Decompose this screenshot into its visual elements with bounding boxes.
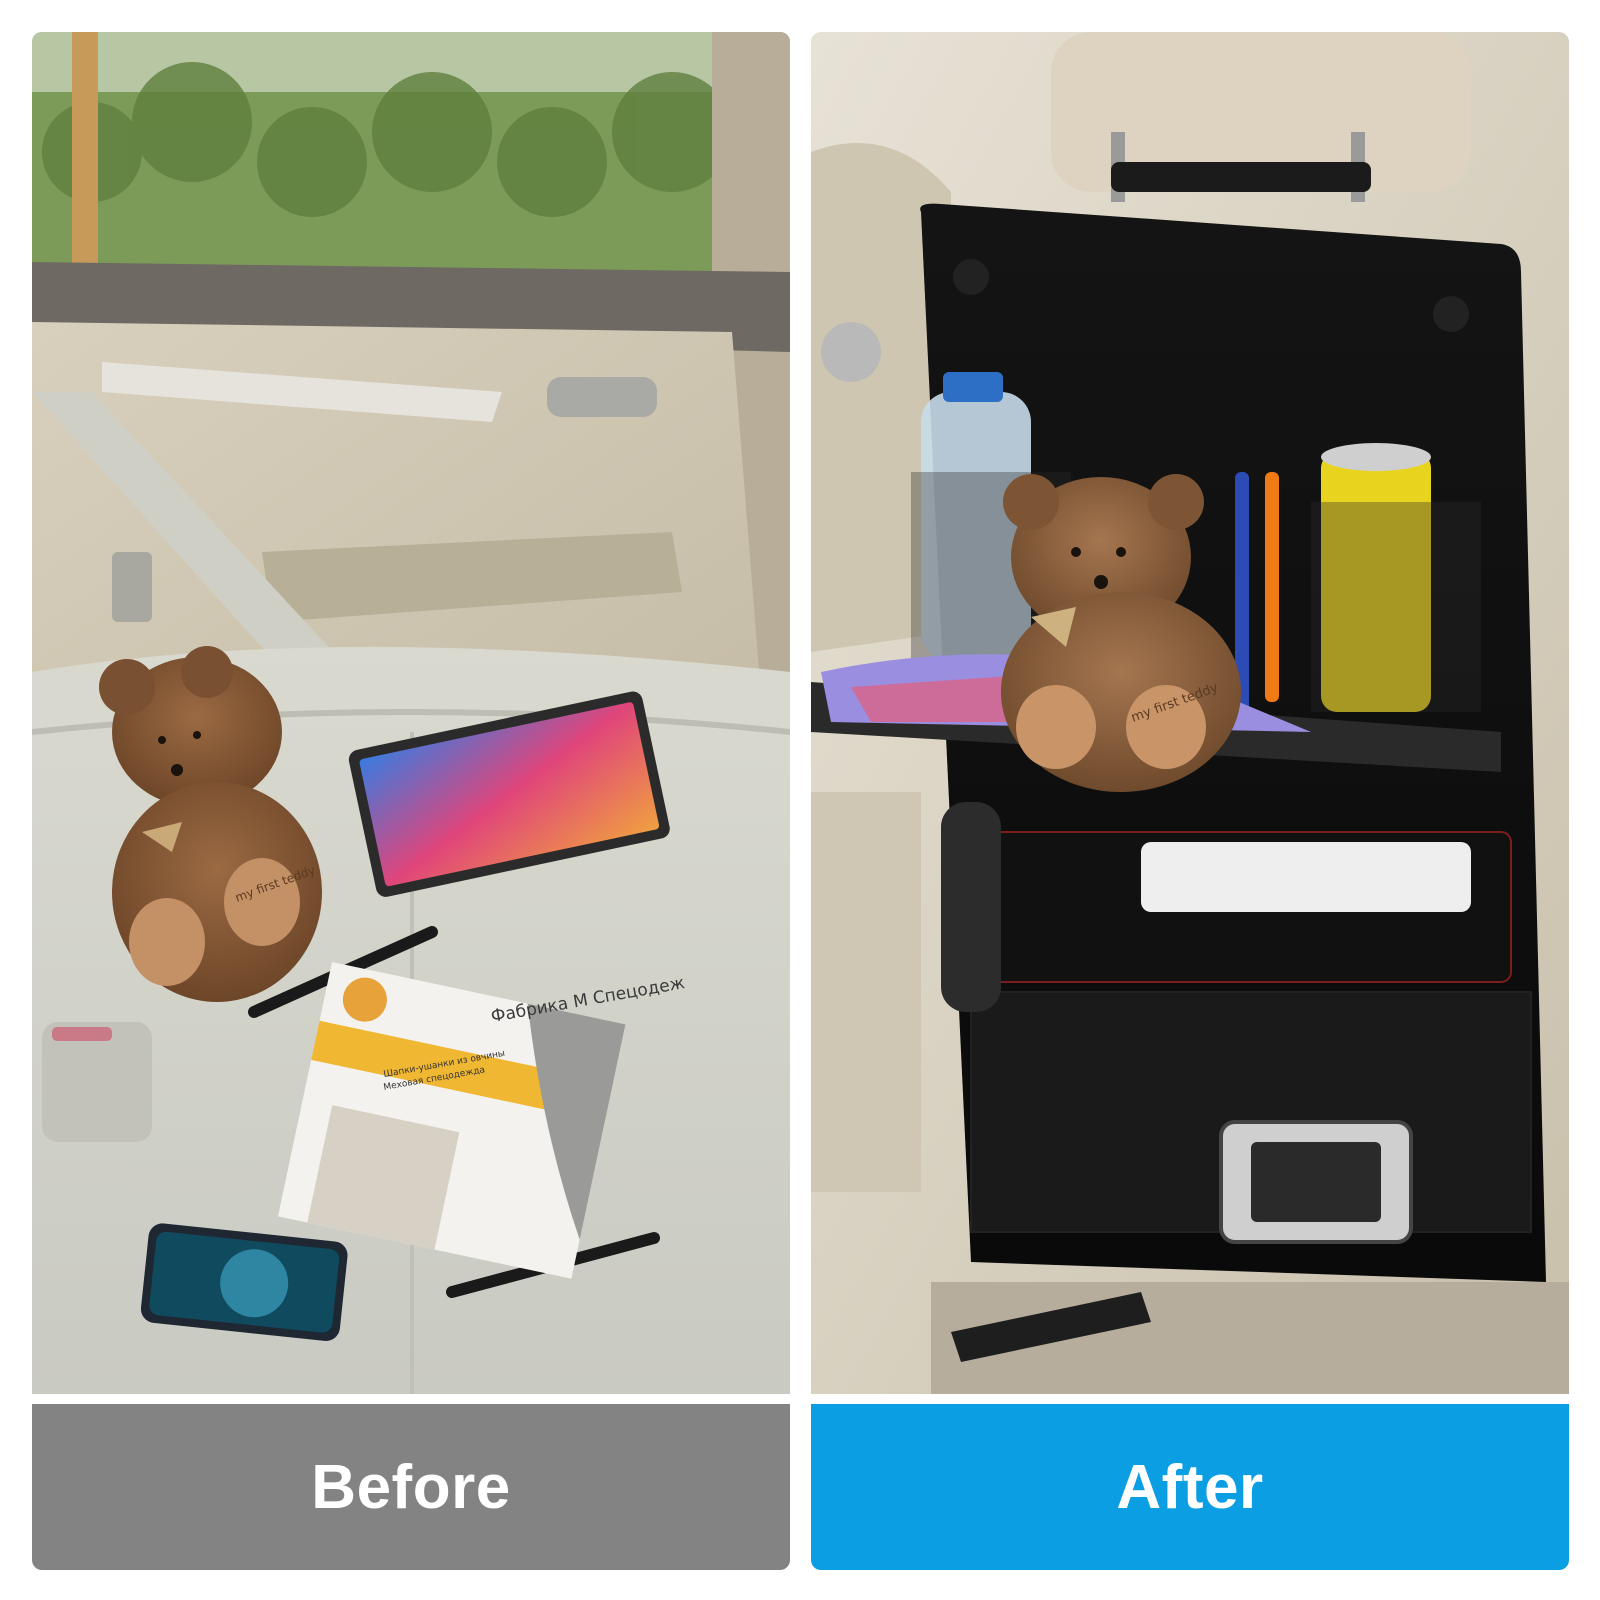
before-panel: Фабрика М Спецодеж Шапки-ушанки из овчин… [32, 32, 790, 1570]
before-divider [32, 1394, 790, 1404]
before-photo-illustration: Фабрика М Спецодеж Шапки-ушанки из овчин… [32, 32, 790, 1394]
after-photo: my first teddy [811, 32, 1569, 1394]
after-label: After [1116, 1452, 1264, 1522]
after-photo-illustration: my first teddy [811, 32, 1569, 1394]
after-label-bar: After [811, 1404, 1569, 1570]
before-photo: Фабрика М Спецодеж Шапки-ушанки из овчин… [32, 32, 790, 1394]
after-divider [811, 1394, 1569, 1404]
after-panel: my first teddy After [811, 32, 1569, 1570]
before-label: Before [311, 1452, 511, 1522]
before-label-bar: Before [32, 1404, 790, 1570]
